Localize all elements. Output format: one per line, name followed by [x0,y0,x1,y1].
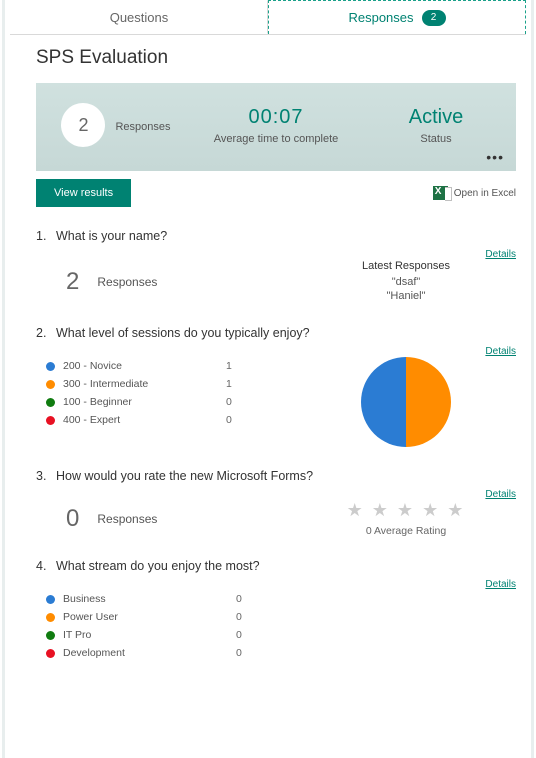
question-3-details-link[interactable]: Details [485,489,516,500]
page-title: SPS Evaluation [36,47,526,69]
legend-dot-icon [46,398,55,407]
legend-dot-icon [46,631,55,640]
question-3: 3. How would you rate the new Microsoft … [36,469,516,537]
tab-responses[interactable]: Responses 2 [268,0,526,34]
summary-avg-time: 00:07 [196,106,356,129]
summary-bar: 2 Responses 00:07 Average time to comple… [36,83,516,171]
summary-status: Active [356,106,516,129]
legend-dot-icon [46,416,55,425]
excel-icon: X [433,186,448,200]
open-in-excel-link[interactable]: X Open in Excel [433,186,516,200]
action-bar: View results X Open in Excel [36,179,516,207]
summary-responses-label: Responses [115,121,170,133]
legend-item: 400 - Expert0 [36,411,256,429]
question-3-response-label: Responses [97,512,157,526]
question-4: 4. What stream do you enjoy the most? De… [36,559,516,662]
question-2-legend: 200 - Novice1 300 - Intermediate1 100 - … [36,357,256,429]
question-2-details-link[interactable]: Details [485,346,516,357]
question-4-details-link[interactable]: Details [485,579,516,590]
view-results-button[interactable]: View results [36,179,131,207]
average-rating-label: 0 Average Rating [296,525,516,537]
question-3-response-count: 0 [66,505,79,533]
question-1-response-label: Responses [97,275,157,289]
legend-dot-icon [46,362,55,371]
question-2-number: 2. [36,326,56,340]
legend-dot-icon [46,595,55,604]
legend-item: Power User0 [36,608,276,626]
rating-stars: ★ ★ ★ ★ ★ [296,500,516,521]
question-3-text: How would you rate the new Microsoft For… [56,469,313,483]
question-1-response-count: 2 [66,268,79,296]
question-1-text: What is your name? [56,229,167,243]
summary-responses-count: 2 [61,103,105,147]
latest-response-item: "dsaf" [296,276,516,288]
legend-item: Development0 [36,644,276,662]
question-4-number: 4. [36,559,56,573]
more-options-button[interactable]: ••• [486,149,504,165]
legend-dot-icon [46,649,55,658]
tab-responses-label: Responses [348,10,413,25]
question-4-legend: Business0 Power User0 IT Pro0 Developmen… [36,590,276,662]
legend-item: 200 - Novice1 [36,357,256,375]
tab-questions[interactable]: Questions [10,0,268,34]
tabs-bar: Questions Responses 2 [10,0,526,35]
legend-item: IT Pro0 [36,626,276,644]
legend-item: 300 - Intermediate1 [36,375,256,393]
latest-responses-title: Latest Responses [296,260,516,272]
summary-status-label: Status [356,133,516,145]
open-in-excel-label: Open in Excel [454,188,516,199]
question-2-text: What level of sessions do you typically … [56,326,310,340]
question-4-text: What stream do you enjoy the most? [56,559,260,573]
question-1-details-link[interactable]: Details [485,249,516,260]
question-1: 1. What is your name? Details 2 Response… [36,229,516,304]
latest-response-item: "Haniel" [296,290,516,302]
question-1-number: 1. [36,229,56,243]
legend-item: 100 - Beginner0 [36,393,256,411]
question-3-number: 3. [36,469,56,483]
summary-avg-time-label: Average time to complete [196,133,356,145]
responses-count-badge: 2 [422,10,446,26]
legend-item: Business0 [36,590,276,608]
pie-chart [361,357,451,447]
legend-dot-icon [46,613,55,622]
question-2: 2. What level of sessions do you typical… [36,326,516,447]
legend-dot-icon [46,380,55,389]
